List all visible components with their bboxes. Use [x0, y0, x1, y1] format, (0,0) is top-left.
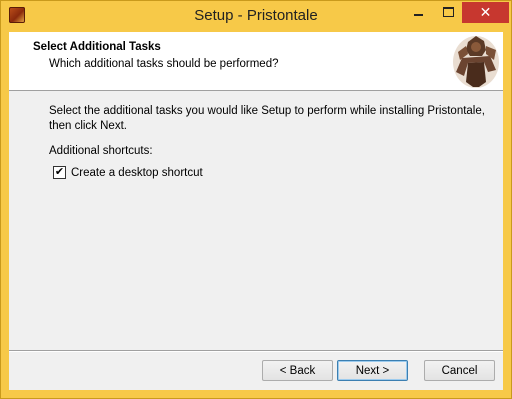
page-subtitle: Which additional tasks should be perform… — [49, 58, 279, 70]
wizard-client-area: Select Additional Tasks Which additional… — [9, 32, 503, 390]
page-title: Select Additional Tasks — [33, 41, 161, 53]
pristontale-character-logo — [446, 32, 502, 89]
cancel-button[interactable]: Cancel — [424, 360, 495, 381]
close-button[interactable]: ✕ — [462, 2, 509, 23]
desktop-shortcut-checkbox[interactable]: ✔ — [53, 166, 66, 179]
minimize-icon — [413, 14, 423, 16]
checkmark-icon: ✔ — [54, 166, 65, 178]
next-button[interactable]: Next > — [337, 360, 408, 381]
setup-window: Setup - Pristontale ✕ Select Additional … — [0, 0, 512, 399]
minimize-button[interactable] — [404, 2, 432, 22]
maximize-button[interactable] — [434, 2, 462, 22]
title-bar[interactable]: Setup - Pristontale ✕ — [1, 1, 511, 31]
wizard-header: Select Additional Tasks Which additional… — [9, 32, 503, 91]
instructions-text: Select the additional tasks you would li… — [49, 105, 485, 132]
back-button[interactable]: < Back — [262, 360, 333, 381]
desktop-shortcut-label[interactable]: Create a desktop shortcut — [71, 167, 203, 179]
maximize-icon — [442, 7, 454, 17]
close-icon: ✕ — [479, 4, 492, 20]
desktop-shortcut-option[interactable]: ✔ Create a desktop shortcut — [53, 166, 203, 179]
footer-divider — [9, 350, 503, 352]
additional-shortcuts-label: Additional shortcuts: — [49, 145, 153, 157]
